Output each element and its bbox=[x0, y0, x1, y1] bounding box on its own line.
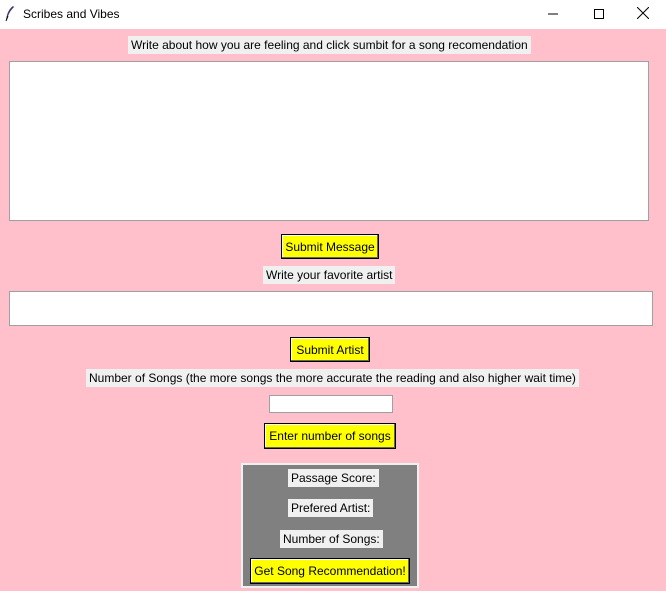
maximize-icon bbox=[594, 8, 604, 22]
songs-prompt-label: Number of Songs (the more songs the more… bbox=[86, 369, 579, 387]
feather-icon bbox=[5, 6, 15, 22]
submit-message-button[interactable]: Submit Message bbox=[281, 234, 379, 259]
passage-score-label: Passage Score: bbox=[288, 469, 379, 487]
preferred-artist-label: Prefered Artist: bbox=[288, 499, 374, 517]
artist-input[interactable] bbox=[9, 291, 653, 326]
enter-number-of-songs-button[interactable]: Enter number of songs bbox=[264, 423, 396, 449]
minimize-button[interactable] bbox=[530, 0, 576, 29]
submit-artist-button[interactable]: Submit Artist bbox=[290, 337, 370, 362]
message-textarea[interactable] bbox=[9, 61, 649, 221]
get-song-recommendation-button[interactable]: Get Song Recommendation! bbox=[250, 558, 410, 584]
close-button[interactable] bbox=[620, 0, 666, 29]
message-prompt-label: Write about how you are feeling and clic… bbox=[128, 36, 531, 54]
number-of-songs-label: Number of Songs: bbox=[280, 530, 383, 548]
number-of-songs-input[interactable] bbox=[269, 395, 393, 413]
window-title: Scribes and Vibes bbox=[23, 7, 120, 21]
close-icon bbox=[636, 6, 650, 22]
title-bar: Scribes and Vibes bbox=[0, 0, 666, 29]
results-panel: Passage Score: Prefered Artist: Number o… bbox=[241, 463, 419, 588]
minimize-icon bbox=[548, 8, 558, 22]
maximize-button[interactable] bbox=[576, 0, 622, 29]
artist-prompt-label: Write your favorite artist bbox=[263, 266, 396, 284]
